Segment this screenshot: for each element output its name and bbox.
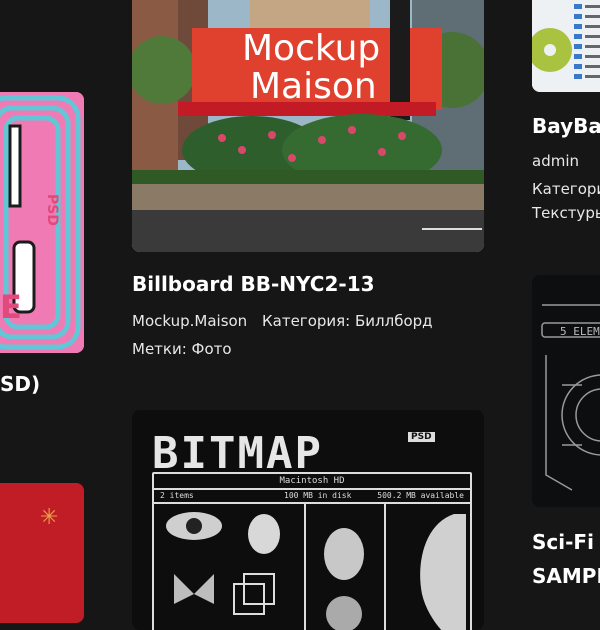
file-list-artwork [532, 0, 600, 92]
scifi-card-thumbnail[interactable]: 5 ELEM [532, 275, 600, 507]
billboard-text-line1: Mockup [242, 28, 381, 69]
billboard-card-category[interactable]: Категория: Биллборд [262, 312, 433, 330]
right-card-author[interactable]: admin [532, 152, 579, 170]
billboard-card-title[interactable]: Billboard BB-NYC2-13 [132, 272, 375, 296]
right-card-category[interactable]: Категори [532, 180, 600, 198]
billboard-text-line2: Maison [250, 66, 377, 107]
bitmap-card-thumbnail[interactable]: BITMAP PSD Macintosh HD 2 items 100 MB i… [132, 410, 484, 630]
billboard-card-tags[interactable]: Метки: Фото [132, 340, 232, 358]
left-card-thumbnail[interactable]: PSD E [0, 92, 84, 353]
red-paper-artwork [0, 483, 84, 623]
disk-available: 500.2 MB available [377, 491, 464, 500]
disk-usage: 100 MB in disk [284, 491, 352, 500]
right-card-tags[interactable]: Текстуры [532, 204, 600, 222]
scifi-card-title-line1[interactable]: Sci-Fi I [532, 530, 600, 554]
left-card-title[interactable]: SD) [0, 372, 40, 396]
right-card-title[interactable]: BayBay [532, 114, 600, 138]
window-status-bar: 2 items 100 MB in disk 500.2 MB availabl… [154, 490, 470, 504]
artwork-letter: E [0, 288, 22, 326]
billboard-card-author[interactable]: Mockup.Maison [132, 312, 247, 330]
billboard-card-thumbnail[interactable]: Mockup Maison [132, 0, 484, 252]
scifi-hud-artwork [532, 275, 600, 507]
psd-badge: PSD [408, 432, 435, 442]
left-card-bottom-thumbnail[interactable]: ✳ [0, 483, 84, 623]
asterisk-icon: ✳ [40, 505, 59, 530]
items-count: 2 items [160, 491, 194, 500]
mac-window-frame: Macintosh HD 2 items 100 MB in disk 500.… [152, 472, 472, 630]
psd-badge: PSD [43, 194, 60, 226]
hud-label: 5 ELEM [560, 325, 600, 338]
scifi-card-title-line2[interactable]: SAMPL [532, 564, 600, 588]
bitmap-collage [166, 504, 466, 630]
window-title: Macintosh HD [154, 474, 470, 490]
right-card-thumbnail[interactable] [532, 0, 600, 92]
